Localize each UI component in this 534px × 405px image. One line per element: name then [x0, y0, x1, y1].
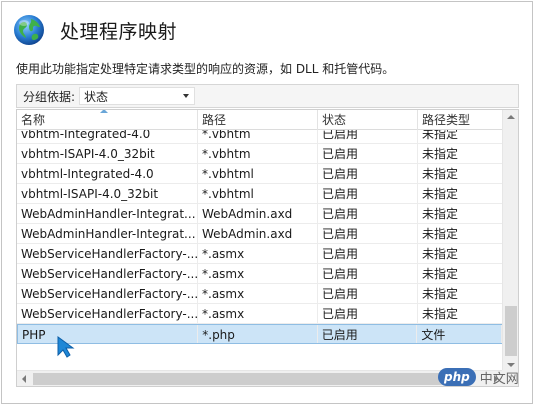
column-header-label: 状态 — [322, 113, 347, 127]
path-type-cell: 未指定 — [418, 264, 503, 283]
watermark-badge: php — [438, 368, 476, 386]
path-cell: *.php — [198, 325, 318, 343]
path-type-cell: 未指定 — [418, 144, 503, 163]
page-description: 使用此功能指定处理特定请求类型的响应的资源，如 DLL 和托管代码。 — [16, 62, 395, 76]
table-row[interactable]: vbhtml-ISAPI-4.0_32bit *.vbhtml 已启用 未指定 — [17, 184, 503, 204]
table-row[interactable]: WebServiceHandlerFactory-... *.asmx 已启用 … — [17, 264, 503, 284]
path-cell: WebAdmin.axd — [198, 204, 318, 223]
horizontal-scroll-thumb[interactable] — [33, 373, 465, 385]
panel-header: 处理程序映射 — [12, 10, 177, 50]
pointer-cursor-icon — [56, 335, 76, 359]
table-row[interactable]: WebServiceHandlerFactory-... *.asmx 已启用 … — [17, 304, 503, 324]
state-cell: 已启用 — [318, 204, 418, 223]
scroll-up-icon[interactable] — [507, 115, 515, 119]
column-header-label: 名称 — [21, 113, 46, 127]
column-header-label: 路径类型 — [422, 113, 471, 127]
name-cell: WebServiceHandlerFactory-... — [17, 304, 198, 323]
name-cell: WebServiceHandlerFactory-... — [17, 284, 198, 303]
column-header-path[interactable]: 路径 — [198, 110, 318, 130]
state-cell: 已启用 — [318, 325, 418, 343]
state-cell: 已启用 — [318, 244, 418, 263]
sort-ascending-icon — [100, 110, 108, 113]
group-by-select[interactable]: 状态 — [79, 87, 196, 105]
vertical-scroll-thumb[interactable] — [505, 306, 517, 356]
handler-table: vbhtm-Integrated-4.0 *.vbhtm 已启用 未指定 vbh… — [16, 109, 519, 387]
path-cell: *.asmx — [198, 244, 318, 263]
path-type-cell: 未指定 — [418, 244, 503, 263]
chevron-down-icon — [183, 94, 190, 98]
path-cell: *.vbhtm — [198, 144, 318, 163]
name-cell: vbhtml-Integrated-4.0 — [17, 164, 198, 183]
group-by-bar: 分组依据: 状态 — [16, 84, 519, 108]
handler-mappings-panel: 处理程序映射 使用此功能指定处理特定请求类型的响应的资源，如 DLL 和托管代码… — [1, 1, 533, 404]
path-cell: WebAdmin.axd — [198, 224, 318, 243]
path-type-cell: 未指定 — [418, 224, 503, 243]
name-cell: WebAdminHandler-Integrat... — [17, 224, 198, 243]
name-cell: vbhtml-ISAPI-4.0_32bit — [17, 184, 198, 203]
table-body: vbhtm-Integrated-4.0 *.vbhtm 已启用 未指定 vbh… — [17, 124, 503, 344]
name-cell: WebServiceHandlerFactory-... — [17, 244, 198, 263]
scroll-left-icon[interactable] — [22, 375, 26, 383]
state-cell: 已启用 — [318, 304, 418, 323]
state-cell: 已启用 — [318, 144, 418, 163]
table-row-selected[interactable]: PHP *.php 已启用 文件 — [17, 324, 503, 344]
table-row[interactable]: WebServiceHandlerFactory-... *.asmx 已启用 … — [17, 244, 503, 264]
column-header-path-type[interactable]: 路径类型 — [418, 110, 503, 130]
state-cell: 已启用 — [318, 284, 418, 303]
table-row[interactable]: WebAdminHandler-Integrat... WebAdmin.axd… — [17, 224, 503, 244]
table-row[interactable]: WebAdminHandler-Integrat... WebAdmin.axd… — [17, 204, 503, 224]
state-cell: 已启用 — [318, 264, 418, 283]
vertical-scrollbar[interactable] — [502, 110, 518, 372]
table-header: 名称 路径 状态 路径类型 — [17, 110, 503, 130]
state-cell: 已启用 — [318, 164, 418, 183]
path-type-cell: 未指定 — [418, 204, 503, 223]
globe-icon — [12, 13, 46, 47]
column-header-label: 路径 — [202, 113, 227, 127]
path-type-cell: 未指定 — [418, 184, 503, 203]
table-row[interactable]: vbhtml-Integrated-4.0 *.vbhtml 已启用 未指定 — [17, 164, 503, 184]
site-watermark: php 中文网 — [438, 364, 530, 390]
path-cell: *.asmx — [198, 284, 318, 303]
group-by-value: 状态 — [84, 89, 109, 104]
column-header-state[interactable]: 状态 — [318, 110, 418, 130]
path-cell: *.vbhtml — [198, 164, 318, 183]
table-row[interactable]: vbhtm-ISAPI-4.0_32bit *.vbhtm 已启用 未指定 — [17, 144, 503, 164]
name-cell: WebAdminHandler-Integrat... — [17, 204, 198, 223]
table-row[interactable]: WebServiceHandlerFactory-... *.asmx 已启用 … — [17, 284, 503, 304]
path-type-cell: 文件 — [417, 325, 502, 343]
state-cell: 已启用 — [318, 224, 418, 243]
path-type-cell: 未指定 — [418, 304, 503, 323]
name-cell: vbhtm-ISAPI-4.0_32bit — [17, 144, 198, 163]
path-cell: *.asmx — [198, 264, 318, 283]
page-title: 处理程序映射 — [60, 20, 178, 43]
column-header-name[interactable]: 名称 — [17, 110, 198, 130]
horizontal-scrollbar[interactable] — [17, 370, 503, 386]
path-type-cell: 未指定 — [418, 284, 503, 303]
path-cell: *.vbhtml — [198, 184, 318, 203]
name-cell: PHP — [18, 325, 199, 343]
name-cell: WebServiceHandlerFactory-... — [17, 264, 198, 283]
state-cell: 已启用 — [318, 184, 418, 203]
path-cell: *.asmx — [198, 304, 318, 323]
group-by-label: 分组依据: — [23, 89, 76, 104]
watermark-text: 中文网 — [479, 371, 519, 387]
path-type-cell: 未指定 — [418, 164, 503, 183]
